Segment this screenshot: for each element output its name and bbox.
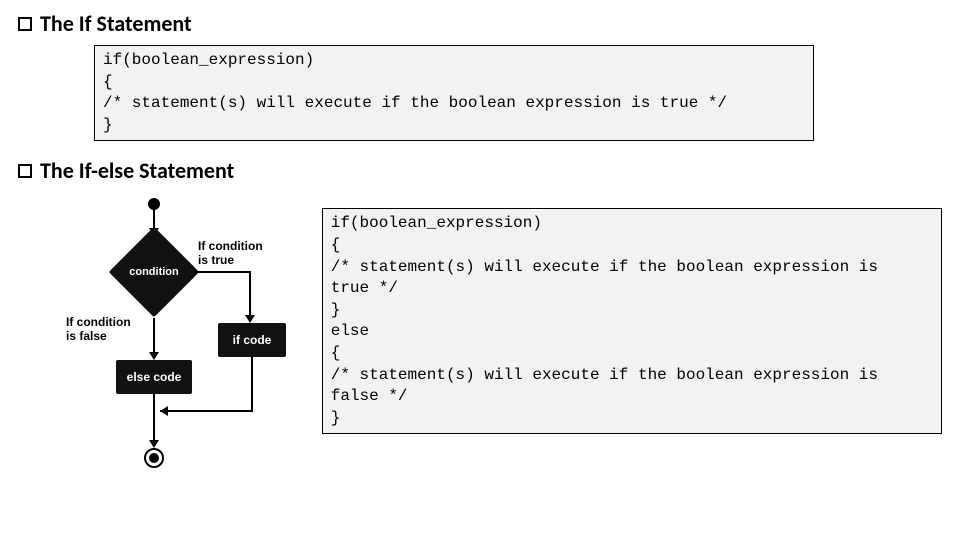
flow-line (160, 410, 253, 412)
flow-line (153, 394, 155, 442)
code-ifelse-statement: if(boolean_expression) { /* statement(s)… (322, 208, 942, 434)
code-if-statement: if(boolean_expression) { /* statement(s)… (94, 45, 814, 141)
heading-if-text: The If Statement (40, 10, 192, 37)
if-code-node: if code (218, 323, 286, 357)
arrow-icon (160, 406, 168, 416)
decision-node: condition (109, 227, 200, 318)
flow-line (193, 271, 251, 273)
slide-root: The If Statement if(boolean_expression) … (0, 0, 960, 482)
decision-label: condition (122, 266, 186, 278)
arrow-icon (245, 315, 255, 323)
heading-ifelse-statement: The If-else Statement (18, 157, 942, 184)
flow-line (251, 357, 253, 412)
else-code-label: else code (127, 370, 182, 384)
bullet-icon (18, 164, 32, 178)
arrow-icon (149, 440, 159, 448)
arrow-icon (149, 352, 159, 360)
true-branch-label: If condition is true (198, 240, 263, 268)
start-node-icon (148, 198, 160, 210)
ifelse-content-row: condition If condition is true if code I… (38, 192, 942, 482)
heading-if-statement: The If Statement (18, 10, 942, 37)
flow-line (153, 318, 155, 354)
false-branch-label: If condition is false (66, 316, 131, 344)
flow-line (249, 271, 251, 317)
heading-ifelse-text: The If-else Statement (40, 157, 234, 184)
else-code-node: else code (116, 360, 192, 394)
flowchart-ifelse: condition If condition is true if code I… (38, 192, 304, 482)
bullet-icon (18, 17, 32, 31)
if-code-label: if code (233, 333, 272, 347)
